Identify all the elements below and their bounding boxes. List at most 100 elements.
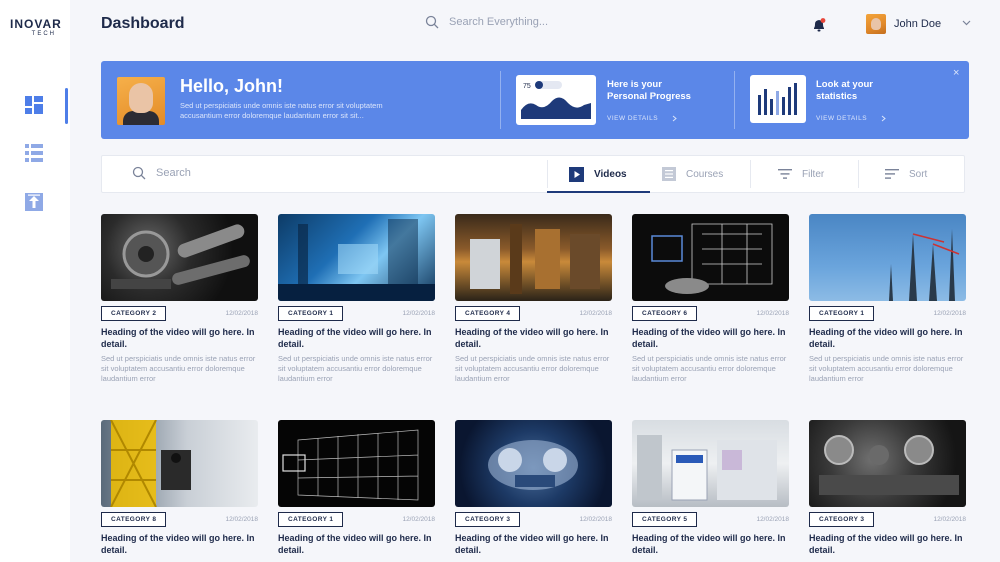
chevron-right-icon (881, 115, 886, 122)
cranes-image (889, 229, 960, 301)
brand-name: INOVAR (10, 17, 62, 31)
video-thumbnail[interactable] (455, 420, 612, 507)
video-card[interactable]: CATEGORY 1 12/02/2018 Heading of the vid… (809, 214, 966, 384)
courses-icon (662, 167, 676, 181)
video-date: 12/02/2018 (933, 310, 966, 317)
video-thumbnail[interactable] (809, 214, 966, 301)
video-description: Sed ut perspiciatis unde omnis iste natu… (101, 354, 256, 383)
factory-image (470, 224, 600, 294)
banner-divider (734, 71, 735, 129)
wireframe-factory-image (282, 429, 419, 501)
category-badge[interactable]: CATEGORY 6 (632, 306, 698, 321)
video-card[interactable]: CATEGORY 3 12/02/2018 Heading of the vid… (809, 420, 966, 556)
greeting: Hello, John! (180, 76, 283, 96)
notifications-button[interactable] (811, 17, 827, 33)
dashboard-grid-icon (25, 96, 43, 114)
video-card[interactable]: CATEGORY 4 12/02/2018 Heading of the vid… (455, 214, 612, 384)
video-card[interactable]: CATEGORY 6 12/02/2018 Heading of the vid… (632, 214, 789, 384)
avatar (866, 14, 886, 34)
video-title[interactable]: Heading of the video will go here. In de… (101, 533, 258, 556)
category-badge[interactable]: CATEGORY 4 (455, 306, 521, 321)
content-search-input[interactable] (156, 167, 356, 179)
filter-icon (778, 169, 792, 179)
category-badge[interactable]: CATEGORY 1 (278, 306, 344, 321)
sort-button[interactable]: Sort (885, 156, 927, 192)
content-search[interactable] (132, 166, 356, 180)
video-date: 12/02/2018 (756, 310, 789, 317)
video-thumbnail[interactable] (632, 420, 789, 507)
category-badge[interactable]: CATEGORY 5 (632, 512, 698, 527)
close-icon[interactable]: × (953, 67, 959, 79)
video-card[interactable]: CATEGORY 3 12/02/2018 Heading of the vid… (455, 420, 612, 556)
global-search-input[interactable] (449, 16, 629, 28)
stats-card-title: Look at your statistics (816, 79, 874, 102)
banner-divider (500, 71, 501, 129)
video-description: Sed ut perspiciatis unde omnis iste natu… (632, 354, 787, 383)
car-engine-image (488, 440, 578, 490)
video-thumbnail[interactable] (278, 214, 435, 301)
sidebar-item-list[interactable] (25, 144, 45, 164)
global-search[interactable] (425, 15, 629, 29)
bar-chart-icon (758, 83, 797, 115)
category-badge[interactable]: CATEGORY 1 (809, 306, 875, 321)
filter-button[interactable]: Filter (778, 156, 824, 192)
video-card[interactable]: CATEGORY 2 12/02/2018 Heading of the vid… (101, 214, 258, 384)
video-card[interactable]: CATEGORY 8 12/02/2018 Heading of the vid… (101, 420, 258, 556)
user-name: John Doe (894, 18, 942, 30)
content-toolbar: Videos Courses Filter Sort (101, 155, 965, 193)
search-icon (132, 166, 146, 180)
sidebar-active-indicator (65, 88, 68, 124)
progress-value: 75 (523, 83, 531, 90)
video-title[interactable]: Heading of the video will go here. In de… (455, 533, 612, 556)
video-description: Sed ut perspiciatis unde omnis iste natu… (278, 354, 433, 383)
sort-icon (885, 169, 899, 179)
video-thumbnail[interactable] (278, 420, 435, 507)
category-badge[interactable]: CATEGORY 1 (278, 512, 344, 527)
video-thumbnail[interactable] (101, 214, 258, 301)
video-date: 12/02/2018 (402, 310, 435, 317)
bell-icon (814, 18, 826, 32)
video-thumbnail[interactable] (455, 214, 612, 301)
video-title[interactable]: Heading of the video will go here. In de… (278, 533, 435, 556)
sidebar-item-upload[interactable] (25, 193, 45, 213)
video-title[interactable]: Heading of the video will go here. In de… (632, 533, 789, 556)
progress-card-thumb[interactable]: 75 (516, 75, 596, 125)
tab-videos[interactable]: Videos (569, 156, 627, 192)
category-badge[interactable]: CATEGORY 8 (101, 512, 167, 527)
category-badge[interactable]: CATEGORY 2 (101, 306, 167, 321)
engine-image (111, 224, 250, 289)
brand-logo[interactable]: INOVAR TECH (10, 18, 62, 38)
video-date: 12/02/2018 (579, 310, 612, 317)
welcome-banner: Hello, John! Sed ut perspiciatis unde om… (101, 61, 969, 139)
stats-view-details-link[interactable]: VIEW DETAILS (816, 115, 886, 122)
greeting-subtext: Sed ut perspiciatis unde omnis iste natu… (180, 101, 383, 120)
chevron-down-icon[interactable] (962, 20, 971, 26)
user-menu[interactable]: John Doe (866, 14, 941, 34)
video-thumbnail[interactable] (632, 214, 789, 301)
video-description: Sed ut perspiciatis unde omnis iste natu… (455, 354, 610, 383)
stats-card-thumb[interactable] (750, 75, 806, 123)
category-badge[interactable]: CATEGORY 3 (809, 512, 875, 527)
crane-operator-image (110, 420, 191, 507)
video-date: 12/02/2018 (756, 516, 789, 523)
video-title[interactable]: Heading of the video will go here. In de… (632, 327, 789, 350)
video-thumbnail[interactable] (101, 420, 258, 507)
sidebar-item-dashboard[interactable] (25, 96, 45, 116)
video-title[interactable]: Heading of the video will go here. In de… (809, 533, 966, 556)
video-date: 12/02/2018 (225, 516, 258, 523)
category-badge[interactable]: CATEGORY 3 (455, 512, 521, 527)
video-title[interactable]: Heading of the video will go here. In de… (455, 327, 612, 350)
video-title[interactable]: Heading of the video will go here. In de… (101, 327, 258, 350)
video-title[interactable]: Heading of the video will go here. In de… (809, 327, 966, 350)
chevron-right-icon (672, 115, 677, 122)
engine-block-image (819, 435, 959, 495)
video-thumbnail[interactable] (809, 420, 966, 507)
play-icon (569, 166, 584, 182)
video-card[interactable]: CATEGORY 1 12/02/2018 Heading of the vid… (278, 214, 435, 384)
list-icon (25, 144, 43, 162)
tab-courses[interactable]: Courses (662, 156, 723, 192)
video-title[interactable]: Heading of the video will go here. In de… (278, 327, 435, 350)
video-card[interactable]: CATEGORY 5 12/02/2018 Heading of the vid… (632, 420, 789, 556)
progress-view-details-link[interactable]: VIEW DETAILS (607, 115, 677, 122)
video-card[interactable]: CATEGORY 1 12/02/2018 Heading of the vid… (278, 420, 435, 556)
